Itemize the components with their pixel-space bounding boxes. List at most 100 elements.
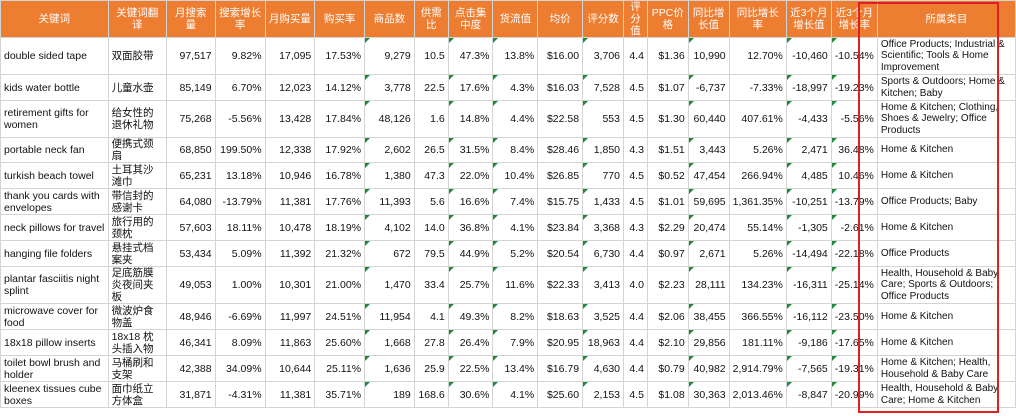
ppc-price-cell[interactable]: $1.01 [646,188,689,215]
keyword-cell[interactable]: turkish beach towel [0,162,109,189]
table-row[interactable]: portable neck fan 便携式颈扇 68,850 199.50% 12,33… [0,137,1016,163]
flow-value-cell[interactable]: 4.4% [492,100,539,138]
table-row[interactable]: turkish beach towel 土耳其沙滩巾 65,231 13.18% 10,… [0,162,1016,189]
translation-cell[interactable]: 18x18 枕头插入物 [107,329,167,356]
yoy-rate-cell[interactable]: 1,361.35% [728,188,787,215]
three-month-value-cell[interactable]: -7,565 [785,355,832,382]
yoy-rate-cell[interactable]: -7.33% [728,74,787,101]
category-cell[interactable]: Sports & Outdoors; Home & Kitchen; Baby [876,74,1016,101]
category-cell[interactable]: Home & Kitchen [876,303,1016,330]
yoy-value-cell[interactable]: 60,440 [687,100,730,138]
products-cell[interactable]: 1,668 [364,329,415,356]
rating-cell[interactable]: 4.4 [623,303,648,330]
keyword-cell[interactable]: retirement gifts for women [0,100,109,138]
table-row[interactable]: kleenex tissues cube boxes 面巾纸立方体盒 31,871-… [0,381,1016,408]
three-month-rate-cell[interactable]: -19.23% [830,74,878,101]
yoy-value-cell[interactable]: -6,737 [687,74,730,101]
ratings-count-cell[interactable]: 7,528 [582,74,624,101]
column-header[interactable]: 近3个月增长值 [785,0,832,38]
search-growth-cell[interactable]: -4.31% [214,381,266,408]
flow-value-cell[interactable]: 8.2% [492,303,539,330]
search-volume-cell[interactable]: 31,871 [165,381,216,408]
keyword-cell[interactable]: portable neck fan [0,137,109,163]
search-growth-cell[interactable]: 1.00% [214,266,266,304]
three-month-rate-cell[interactable]: -20.99% [830,381,878,408]
ppc-price-cell[interactable]: $0.79 [646,355,689,382]
supply-ratio-cell[interactable]: 27.8 [413,329,449,356]
keyword-cell[interactable]: kleenex tissues cube boxes [0,381,109,408]
table-row[interactable]: hanging file folders 悬挂式档案夹 53,434 5.09% 11,… [0,240,1016,267]
search-growth-cell[interactable]: 9.82% [214,37,266,75]
table-row[interactable]: microwave cover for food 微波炉食物盖 48,946 -6.6… [0,303,1016,330]
search-volume-cell[interactable]: 68,850 [165,137,216,163]
keyword-cell[interactable]: plantar fasciitis night splint [0,266,109,304]
ratings-count-cell[interactable]: 4,630 [582,355,624,382]
three-month-value-cell[interactable]: -10,460 [785,37,832,75]
flow-value-cell[interactable]: 4.1% [492,381,539,408]
translation-cell[interactable]: 足底筋膜炎夜间夹板 [107,266,167,304]
rating-cell[interactable]: 4.3 [623,214,648,241]
keyword-cell[interactable]: hanging file folders [0,240,109,267]
purchase-rate-cell[interactable]: 18.19% [314,214,366,241]
supply-ratio-cell[interactable]: 10.5 [413,37,449,75]
products-cell[interactable]: 2,602 [364,137,415,163]
supply-ratio-cell[interactable]: 4.1 [413,303,449,330]
translation-cell[interactable]: 儿童水壶 [107,74,167,101]
yoy-value-cell[interactable]: 40,982 [687,355,730,382]
purchases-cell[interactable]: 11,392 [264,240,316,267]
three-month-rate-cell[interactable]: 36.48% [830,137,878,163]
table-row[interactable]: toilet bowl brush and holder 马桶刷和支架 42,388… [0,355,1016,382]
search-volume-cell[interactable]: 57,603 [165,214,216,241]
ratings-count-cell[interactable]: 553 [582,100,624,138]
ppc-price-cell[interactable]: $0.97 [646,240,689,267]
keyword-cell[interactable]: 18x18 pillow inserts [0,329,109,356]
translation-cell[interactable]: 给女性的退休礼物 [107,100,167,138]
products-cell[interactable]: 672 [364,240,415,267]
yoy-value-cell[interactable]: 30,363 [687,381,730,408]
purchases-cell[interactable]: 10,301 [264,266,316,304]
flow-value-cell[interactable]: 7.9% [492,329,539,356]
ppc-price-cell[interactable]: $2.29 [646,214,689,241]
category-cell[interactable]: Home & Kitchen; Health, Household & Baby… [876,355,1016,382]
products-cell[interactable]: 11,954 [364,303,415,330]
click-concentration-cell[interactable]: 17.6% [447,74,494,101]
yoy-value-cell[interactable]: 20,474 [687,214,730,241]
products-cell[interactable]: 189 [364,381,415,408]
rating-cell[interactable]: 4.4 [623,37,648,75]
translation-cell[interactable]: 面巾纸立方体盒 [107,381,167,408]
click-concentration-cell[interactable]: 14.8% [447,100,494,138]
click-concentration-cell[interactable]: 22.0% [447,162,494,189]
yoy-rate-cell[interactable]: 2,914.79% [728,355,787,382]
avg-price-cell[interactable]: $16.79 [537,355,584,382]
yoy-value-cell[interactable]: 10,990 [687,37,730,75]
ratings-count-cell[interactable]: 6,730 [582,240,624,267]
column-header[interactable]: 货流值 [492,0,539,38]
avg-price-cell[interactable]: $22.58 [537,100,584,138]
avg-price-cell[interactable]: $15.75 [537,188,584,215]
column-header[interactable]: 所属类目 [876,0,1016,38]
purchases-cell[interactable]: 10,478 [264,214,316,241]
column-header[interactable]: 关键词翻译 [107,0,167,38]
click-concentration-cell[interactable]: 49.3% [447,303,494,330]
search-growth-cell[interactable]: 8.09% [214,329,266,356]
yoy-rate-cell[interactable]: 266.94% [728,162,787,189]
ratings-count-cell[interactable]: 3,706 [582,37,624,75]
search-growth-cell[interactable]: 18.11% [214,214,266,241]
purchase-rate-cell[interactable]: 21.00% [314,266,366,304]
avg-price-cell[interactable]: $28.46 [537,137,584,163]
three-month-value-cell[interactable]: -1,305 [785,214,832,241]
search-volume-cell[interactable]: 42,388 [165,355,216,382]
yoy-rate-cell[interactable]: 366.55% [728,303,787,330]
supply-ratio-cell[interactable]: 26.5 [413,137,449,163]
search-growth-cell[interactable]: 13.18% [214,162,266,189]
translation-cell[interactable]: 马桶刷和支架 [107,355,167,382]
products-cell[interactable]: 1,636 [364,355,415,382]
flow-value-cell[interactable]: 13.8% [492,37,539,75]
three-month-value-cell[interactable]: -8,847 [785,381,832,408]
purchase-rate-cell[interactable]: 17.76% [314,188,366,215]
ppc-price-cell[interactable]: $2.10 [646,329,689,356]
yoy-rate-cell[interactable]: 134.23% [728,266,787,304]
rating-cell[interactable]: 4.5 [623,188,648,215]
purchases-cell[interactable]: 12,023 [264,74,316,101]
search-growth-cell[interactable]: -13.79% [214,188,266,215]
